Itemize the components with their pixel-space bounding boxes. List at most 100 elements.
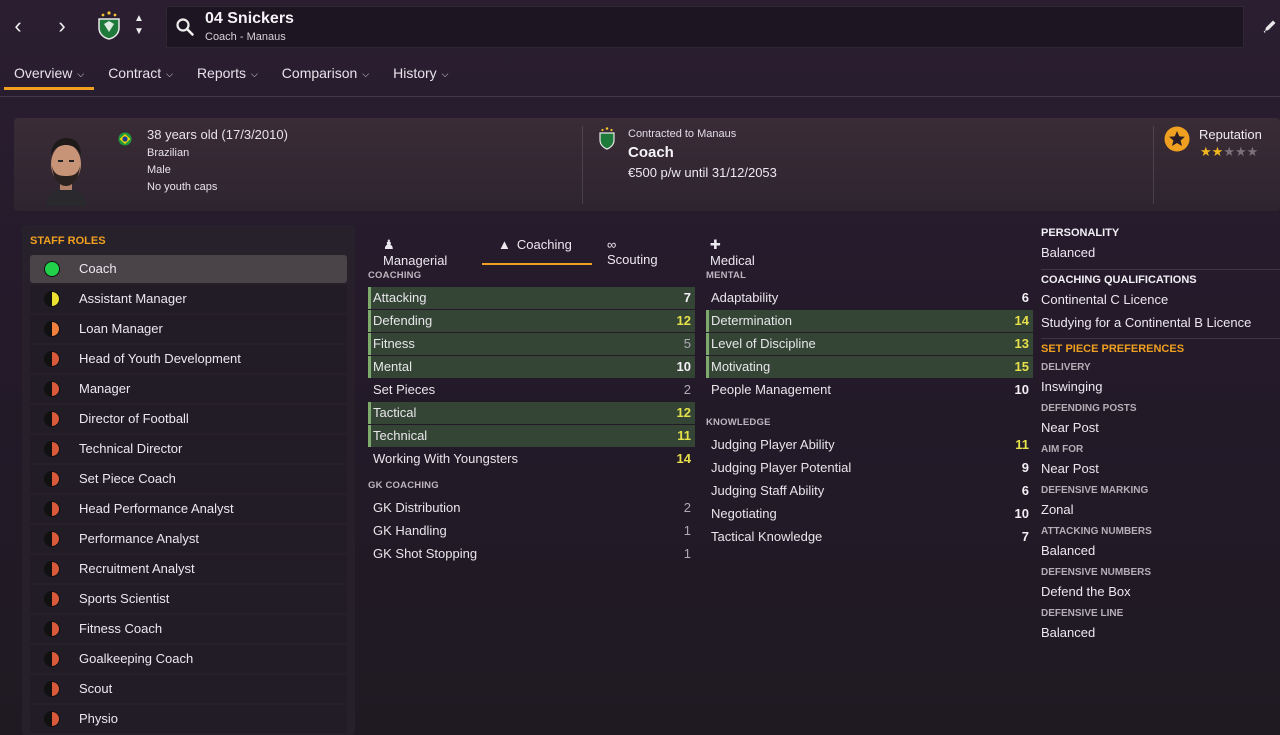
- tab-reports[interactable]: Reports ⌵: [187, 60, 268, 90]
- attribute-row[interactable]: GK Shot Stopping 1: [368, 543, 695, 565]
- brazil-flag-icon: [118, 132, 132, 146]
- attribute-row[interactable]: Judging Player Potential 9: [706, 457, 1033, 479]
- contract-club[interactable]: Contracted to Manaus: [628, 128, 736, 140]
- preference-label: DEFENSIVE NUMBERS: [1041, 567, 1152, 578]
- divider: [1153, 126, 1154, 204]
- youth-caps: No youth caps: [147, 181, 218, 193]
- staff-role-row[interactable]: Head Performance Analyst: [30, 495, 347, 523]
- attribute-row[interactable]: Adaptability 6: [706, 287, 1033, 309]
- attribute-row[interactable]: Negotiating 10: [706, 503, 1033, 525]
- attribute-value: 12: [676, 313, 691, 328]
- role-label: Scout: [79, 681, 113, 696]
- star-filled-icon: ★: [1200, 144, 1212, 159]
- binoculars-icon: ∞: [607, 237, 617, 252]
- attribute-row[interactable]: Level of Discipline 13: [706, 333, 1033, 355]
- attribute-row[interactable]: Mental 10: [368, 356, 695, 378]
- attribute-name: Level of Discipline: [711, 336, 816, 351]
- attribute-row[interactable]: Attacking 7: [368, 287, 695, 309]
- attribute-row[interactable]: GK Distribution 2: [368, 497, 695, 519]
- staff-role-row[interactable]: Loan Manager: [30, 315, 347, 343]
- preference-value: Near Post: [1041, 420, 1099, 435]
- staff-roles-title: STAFF ROLES: [30, 235, 106, 247]
- attribute-value: 1: [683, 546, 691, 561]
- club-crest-icon[interactable]: [598, 126, 616, 150]
- subtab-coaching[interactable]: ▲ Coaching: [482, 230, 592, 265]
- preference-value: Defend the Box: [1041, 584, 1131, 599]
- attribute-value: 14: [1014, 313, 1029, 328]
- attribute-row[interactable]: Working With Youngsters 14: [368, 448, 695, 470]
- role-suitability-icon: [44, 321, 60, 337]
- preference-value: Balanced: [1041, 625, 1096, 640]
- attribute-row[interactable]: Tactical 12: [368, 402, 695, 424]
- staff-role-row[interactable]: Set Piece Coach: [30, 465, 347, 493]
- attribute-row[interactable]: People Management 10: [706, 379, 1033, 401]
- personality-value: Balanced: [1041, 245, 1096, 260]
- person-icon: ♟: [383, 237, 395, 252]
- staff-role-row[interactable]: Manager: [30, 375, 347, 403]
- tab-comparison[interactable]: Comparison ⌵: [272, 60, 379, 90]
- person-subtitle: Coach - Manaus: [205, 31, 286, 43]
- chevron-down-icon: ⌵: [166, 69, 173, 79]
- reputation-stars: ★★★★★: [1200, 144, 1258, 160]
- main-tabs: Overview ⌵ Contract ⌵ Reports ⌵ Comparison ⌵…: [4, 60, 463, 90]
- subtab-scouting[interactable]: ∞Scouting: [607, 230, 658, 267]
- attribute-value: 11: [677, 428, 691, 443]
- preference-value: Near Post: [1041, 461, 1099, 476]
- staff-role-row[interactable]: Head of Youth Development: [30, 345, 347, 373]
- forward-arrow-icon[interactable]: ›: [48, 12, 76, 40]
- attribute-row[interactable]: Motivating 15: [706, 356, 1033, 378]
- nationality[interactable]: Brazilian: [147, 147, 189, 159]
- staff-role-row[interactable]: Recruitment Analyst: [30, 555, 347, 583]
- staff-role-row[interactable]: Physio: [30, 705, 347, 733]
- staff-role-row[interactable]: Director of Football: [30, 405, 347, 433]
- staff-role-row[interactable]: Fitness Coach: [30, 615, 347, 643]
- attribute-row[interactable]: GK Handling 1: [368, 520, 695, 542]
- role-suitability-icon: [44, 411, 60, 427]
- preference-value: Zonal: [1041, 502, 1074, 517]
- staff-face-avatar[interactable]: [40, 130, 92, 206]
- role-suitability-icon: [44, 591, 60, 607]
- staff-role-row[interactable]: Coach: [30, 255, 347, 283]
- tab-contract[interactable]: Contract ⌵: [98, 60, 183, 90]
- role-label: Technical Director: [79, 441, 183, 456]
- tab-label: Contract: [108, 65, 162, 81]
- subtab-managerial[interactable]: ♟Managerial: [383, 230, 447, 268]
- attribute-name: Determination: [711, 313, 792, 328]
- knowledge-section-label: KNOWLEDGE: [706, 417, 771, 428]
- staff-role-row[interactable]: Performance Analyst: [30, 525, 347, 553]
- mental-section-label: MENTAL: [706, 270, 747, 281]
- staff-role-row[interactable]: Scout: [30, 675, 347, 703]
- chevron-down-icon: ⌵: [77, 69, 85, 79]
- attribute-row[interactable]: Defending 12: [368, 310, 695, 332]
- gender: Male: [147, 164, 171, 176]
- tab-history[interactable]: History ⌵: [383, 60, 458, 90]
- attribute-value: 15: [1014, 359, 1029, 374]
- chevron-down-icon: ⌵: [362, 69, 370, 79]
- subtab-medical[interactable]: ✚Medical: [710, 230, 755, 268]
- preference-value: Inswinging: [1041, 379, 1103, 394]
- star-empty-icon: ★: [1234, 144, 1247, 159]
- attribute-row[interactable]: Judging Player Ability 11: [706, 434, 1033, 456]
- contract-wage: €500 p/w until 31/12/2053: [628, 165, 777, 180]
- tab-overview[interactable]: Overview ⌵: [4, 60, 95, 90]
- search-icon[interactable]: [175, 17, 195, 37]
- back-arrow-icon[interactable]: ‹: [4, 12, 32, 40]
- attribute-row[interactable]: Set Pieces 2: [368, 379, 695, 401]
- attribute-row[interactable]: Tactical Knowledge 7: [706, 526, 1033, 548]
- attribute-value: 2: [683, 382, 691, 397]
- staff-role-row[interactable]: Assistant Manager: [30, 285, 347, 313]
- attribute-row[interactable]: Fitness 5: [368, 333, 695, 355]
- attribute-row[interactable]: Technical 11: [368, 425, 695, 447]
- attribute-row[interactable]: Judging Staff Ability 6: [706, 480, 1033, 502]
- person-search-box[interactable]: 04 Snickers Coach - Manaus: [166, 6, 1244, 48]
- club-crest-icon[interactable]: [96, 10, 122, 40]
- chevron-down-icon: ⌵: [250, 69, 258, 79]
- attribute-row[interactable]: Determination 14: [706, 310, 1033, 332]
- staff-role-row[interactable]: Goalkeeping Coach: [30, 645, 347, 673]
- switch-person-arrows-icon[interactable]: ▲ ▼: [132, 12, 146, 42]
- preference-label: ATTACKING NUMBERS: [1041, 526, 1152, 537]
- edit-pencil-icon[interactable]: [1262, 18, 1278, 34]
- staff-role-row[interactable]: Technical Director: [30, 435, 347, 463]
- staff-role-row[interactable]: Sports Scientist: [30, 585, 347, 613]
- divider: [582, 126, 583, 204]
